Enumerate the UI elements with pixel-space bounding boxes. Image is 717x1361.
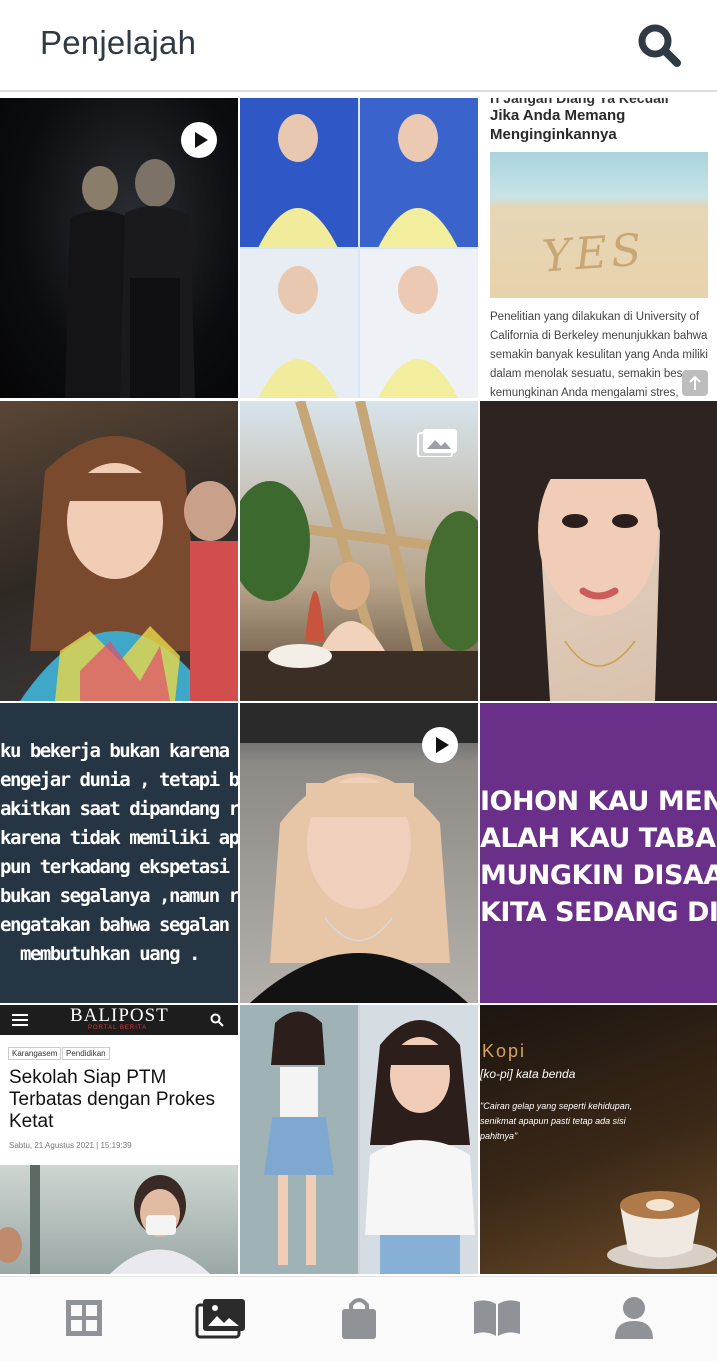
gallery-icon bbox=[195, 1299, 245, 1339]
coffee-phonetic: [ko-pi] kata benda bbox=[480, 1067, 576, 1081]
quote-text: ku bekerja bukan karena a engejar dunia … bbox=[0, 737, 238, 969]
coffee-definition: "Cairan gelap yang seperti kehidupan, se… bbox=[480, 1101, 633, 1141]
grid-tile-idol-colorful-outfit[interactable] bbox=[0, 401, 238, 701]
selfie-photo bbox=[480, 401, 717, 701]
quote-line: engejar dunia , tetapi beta bbox=[0, 769, 238, 791]
nav-item-read[interactable] bbox=[469, 1293, 525, 1343]
grid-icon bbox=[66, 1300, 102, 1336]
news-photo bbox=[0, 1165, 238, 1274]
quote-line: engatakan bahwa segalan bbox=[0, 914, 230, 936]
news-tag: Karangasem bbox=[8, 1047, 62, 1060]
quote-line: ku bekerja bukan karena a bbox=[0, 740, 238, 762]
video-play-icon bbox=[422, 727, 458, 763]
explore-grid: ri Jangan Diang Ya Kecuali Jika Anda Mem… bbox=[0, 98, 717, 1274]
quote-line: KITA SEDANG DIUJ bbox=[480, 897, 717, 928]
grid-tile-yellow-outfit-collage[interactable] bbox=[240, 98, 478, 398]
article-body: Penelitian yang dilakukan di University … bbox=[490, 311, 708, 398]
book-icon bbox=[474, 1300, 520, 1336]
search-button[interactable] bbox=[634, 22, 686, 70]
gallery-icon bbox=[417, 429, 457, 457]
page-title: Penjelajah bbox=[40, 24, 197, 61]
bottom-navigation bbox=[0, 1276, 717, 1361]
grid-tile-interior-photo[interactable] bbox=[240, 401, 478, 701]
news-headline: Sekolah Siap PTM Terbatas dengan Prokes … bbox=[9, 1067, 215, 1132]
news-brand: BALIPOST bbox=[70, 1005, 169, 1026]
nav-item-home[interactable] bbox=[56, 1293, 112, 1343]
menu-icon bbox=[12, 1014, 28, 1026]
grid-tile-quote-dark[interactable]: ku bekerja bukan karena a engejar dunia … bbox=[0, 703, 238, 1003]
quote-line: MUNGKIN DISAAT bbox=[480, 860, 717, 891]
nav-item-profile[interactable] bbox=[606, 1293, 662, 1343]
idol-photo bbox=[20, 436, 238, 701]
quote-line: ALAH KAU TABAHI bbox=[480, 823, 717, 854]
grid-tile-blonde-video[interactable] bbox=[240, 703, 478, 1003]
quote-line: karena tidak memiliki apa2 bbox=[0, 827, 238, 849]
news-header-bar: BALIPOST PORTAL BERITA bbox=[0, 1005, 238, 1035]
shopping-bag-icon bbox=[342, 1298, 376, 1339]
search-icon bbox=[638, 24, 681, 67]
quote-line: bukan segalanya ,namun r bbox=[0, 885, 238, 907]
sand-word: YES bbox=[540, 224, 647, 283]
arrow-up-icon bbox=[689, 375, 701, 390]
quote-line: pun terkadang ekspetasi b bbox=[0, 856, 238, 878]
grid-tile-news-balipost[interactable]: BALIPOST PORTAL BERITA Karangasem Pendid… bbox=[0, 1005, 238, 1274]
quote-line: IOHON KAU MENGI bbox=[480, 786, 717, 817]
grid-tile-article-yes[interactable]: ri Jangan Diang Ya Kecuali Jika Anda Mem… bbox=[480, 98, 717, 398]
article-headline: Jika Anda Memang Menginginkannya bbox=[490, 107, 626, 143]
beach-photo: YES bbox=[490, 152, 708, 298]
quote-text: IOHON KAU MENGI ALAH KAU TABAHI MUNGKIN … bbox=[480, 783, 717, 931]
nav-item-shop[interactable] bbox=[331, 1293, 387, 1343]
grid-tile-concert-video[interactable] bbox=[0, 98, 238, 398]
news-tag: Pendidikan bbox=[62, 1047, 110, 1060]
news-date: Sabtu, 21 Agustus 2021 | 15:19:39 bbox=[9, 1141, 132, 1150]
coffee-word: Kopi bbox=[482, 1041, 527, 1061]
grid-tile-coffee-quote[interactable]: Kopi [ko-pi] kata benda "Cairan gelap ya… bbox=[480, 1005, 717, 1274]
news-brand-sub: PORTAL BERITA bbox=[88, 1025, 148, 1031]
video-play-icon bbox=[181, 122, 217, 158]
quote-line: membutuhkan uang . bbox=[20, 943, 200, 965]
profile-icon bbox=[615, 1297, 653, 1339]
app-header: Penjelajah bbox=[0, 0, 717, 92]
grid-tile-quote-purple[interactable]: IOHON KAU MENGI ALAH KAU TABAHI MUNGKIN … bbox=[480, 703, 717, 1003]
grid-tile-white-top-collage[interactable] bbox=[240, 1005, 478, 1274]
nav-item-explore[interactable] bbox=[193, 1293, 249, 1343]
article-headline-cut: ri Jangan Diang Ya Kecuali bbox=[490, 98, 669, 106]
grid-tile-selfie[interactable] bbox=[480, 401, 717, 701]
search-icon bbox=[210, 1013, 224, 1027]
scroll-top-button[interactable] bbox=[682, 370, 708, 396]
collage-photo bbox=[240, 1005, 478, 1274]
coffee-cup-photo bbox=[607, 1191, 717, 1269]
quote-line: akitkan saat dipandang re bbox=[0, 798, 238, 820]
collage-photo bbox=[240, 98, 478, 398]
